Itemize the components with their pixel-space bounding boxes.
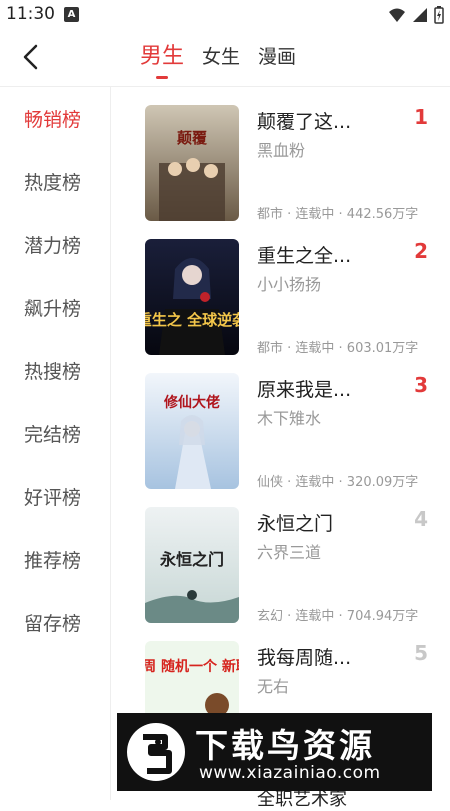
watermark-brand: 下载鸟资源 (195, 726, 375, 765)
sidebar-item-potential[interactable]: 潜力榜 (24, 231, 81, 258)
tab-male[interactable]: 男生 (140, 43, 184, 79)
wifi-icon (389, 8, 405, 22)
notification-icon: A (64, 7, 79, 22)
status-time: 11:30 (6, 4, 55, 24)
book-author: 小小扬扬 (257, 275, 322, 294)
book-meta: 都市 · 连载中 · 603.01万字 (257, 341, 419, 356)
watermark-url: www.xiazainiao.com (199, 763, 381, 783)
book-author: 木下雉水 (257, 409, 322, 428)
book-meta: 玄幻 · 连载中 · 704.94万字 (257, 609, 419, 624)
sidebar-item-top-rated[interactable]: 好评榜 (24, 483, 81, 510)
book-item[interactable]: 重生之 全球逆袭 重生之全... 小小扬扬 都市 · 连载中 · 603.01万… (111, 221, 450, 356)
sidebar-item-bestseller[interactable]: 畅销榜 (24, 105, 81, 132)
signal-icon (413, 8, 427, 22)
cover-text: 重生之 全球逆袭 (145, 311, 239, 329)
sidebar-item-retention[interactable]: 留存榜 (24, 609, 81, 636)
book-meta: 都市 · 连载中 · 442.56万字 (257, 207, 419, 222)
book-item[interactable]: 修仙大佬 原来我是... 木下雉水 仙侠 · 连载中 · 320.09万字 3 (111, 355, 450, 490)
sidebar-item-hot-search[interactable]: 热搜榜 (24, 357, 81, 384)
book-title: 重生之全... (257, 245, 352, 267)
book-meta: 仙侠 · 连载中 · 320.09万字 (257, 475, 419, 490)
ranking-sidebar: 畅销榜 热度榜 潜力榜 飙升榜 热搜榜 完结榜 好评榜 推荐榜 留存榜 (0, 87, 111, 800)
rank-number: 2 (414, 239, 428, 263)
bird-logo-icon (127, 723, 185, 781)
rank-number: 5 (414, 641, 428, 665)
sidebar-item-popularity[interactable]: 热度榜 (24, 168, 81, 195)
book-title: 原来我是... (257, 379, 352, 401)
back-arrow-icon[interactable] (16, 42, 46, 72)
rank-number: 3 (414, 373, 428, 397)
book-cover: 永恒之门 (145, 507, 239, 623)
book-item[interactable]: 颠覆 颠覆了这... 黑血粉 都市 · 连载中 · 442.56万字 1 (111, 87, 450, 222)
book-item[interactable]: 永恒之门 永恒之门 六界三道 玄幻 · 连载中 · 704.94万字 4 (111, 489, 450, 624)
cover-text: 修仙大佬 (163, 394, 220, 411)
header: 男生 女生 漫画 (0, 30, 450, 87)
book-author: 六界三道 (257, 543, 322, 562)
book-author: 无右 (257, 677, 290, 696)
book-title: 颠覆了这... (257, 111, 352, 133)
tab-female[interactable]: 女生 (202, 43, 240, 71)
status-icons (388, 6, 444, 24)
book-cover: 重生之 全球逆袭 (145, 239, 239, 355)
book-author: 黑血粉 (257, 141, 306, 160)
book-cover: 修仙大佬 (145, 373, 239, 489)
cover-text: 我每周 随机一个 新职业 (145, 658, 239, 675)
rank-number: 4 (414, 507, 428, 531)
battery-icon (434, 6, 444, 24)
tab-comics[interactable]: 漫画 (258, 43, 296, 71)
cover-text: 永恒之门 (159, 550, 224, 569)
category-tabs: 男生 女生 漫画 (140, 43, 314, 79)
cover-text: 颠覆 (176, 129, 208, 147)
status-bar: 11:30 A (0, 0, 450, 30)
sidebar-item-completed[interactable]: 完结榜 (24, 420, 81, 447)
sidebar-item-rising[interactable]: 飙升榜 (24, 294, 81, 321)
book-cover: 颠覆 (145, 105, 239, 221)
book-title: 永恒之门 (257, 513, 334, 535)
book-list: 颠覆 颠覆了这... 黑血粉 都市 · 连载中 · 442.56万字 1 重生之… (111, 87, 450, 800)
sidebar-item-recommended[interactable]: 推荐榜 (24, 546, 81, 573)
book-title: 我每周随... (257, 647, 352, 669)
watermark-banner: 下载鸟资源 www.xiazainiao.com (117, 713, 432, 791)
rank-number: 1 (414, 105, 428, 129)
